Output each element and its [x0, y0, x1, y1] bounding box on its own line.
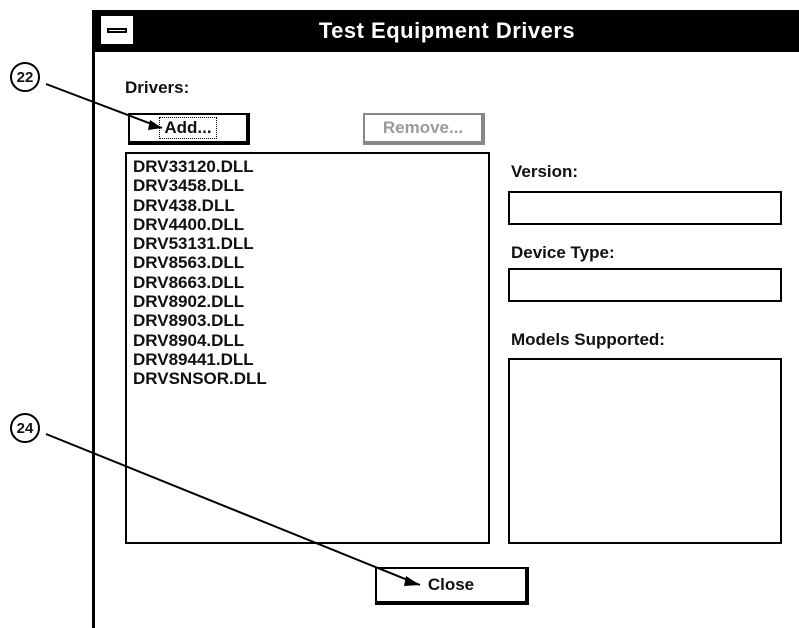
callout-leader-lines	[45, 83, 421, 586]
callout-22-leader	[45, 83, 163, 129]
callout-22: 22	[10, 62, 40, 92]
callout-24: 24	[10, 413, 40, 443]
callout-22-arrowhead	[148, 120, 162, 130]
callout-24-arrowhead	[404, 576, 420, 586]
callout-24-leader	[45, 433, 421, 586]
